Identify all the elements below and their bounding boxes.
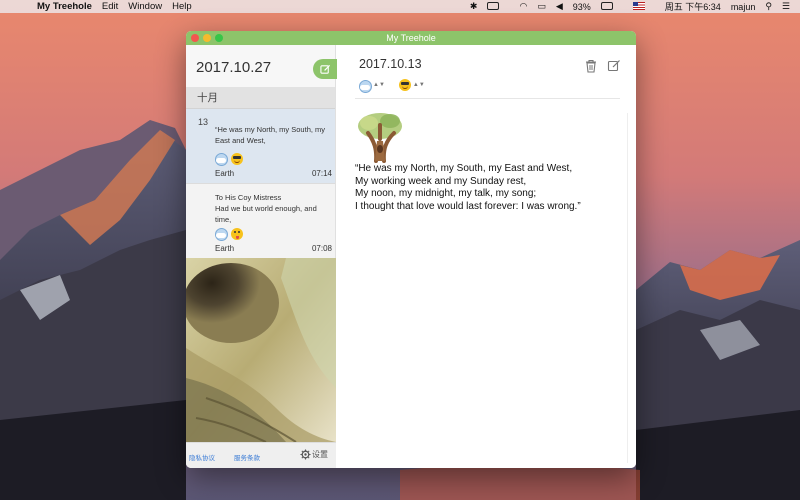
- menu-clock[interactable]: 周五 下午6:34: [665, 0, 721, 13]
- input-flag-icon[interactable]: [632, 1, 655, 12]
- minimize-window-button[interactable]: [203, 34, 211, 42]
- gear-icon: [300, 449, 311, 460]
- entry-body-line: My working week and my Sunday rest,: [355, 175, 527, 187]
- airplay-icon[interactable]: ▭: [537, 1, 546, 12]
- entry-time: 07:14: [311, 169, 332, 178]
- entry-body-line: I thought that love would last forever: …: [355, 200, 581, 212]
- entry-place: Earth: [215, 244, 235, 253]
- settings-button[interactable]: 设置: [300, 449, 328, 460]
- window-controls: [191, 34, 223, 42]
- entry-detail-panel: 2017.10.13 ▲▼ ▲▼ “He was my North, my So…: [337, 45, 636, 468]
- entry-title-line: To His Coy Mistress: [215, 193, 282, 202]
- entry-body-line: My noon, my midnight, my talk, my song;: [355, 188, 537, 199]
- menu-window[interactable]: Window: [128, 1, 162, 12]
- entry-body-line: Had we but world enough, and time,: [215, 204, 317, 224]
- tree-illustration-image: [358, 113, 402, 163]
- battery-percent[interactable]: 93%: [573, 2, 591, 12]
- zoom-window-button[interactable]: [215, 34, 223, 42]
- cloudy-weather-icon: [215, 153, 228, 166]
- bluetooth-icon[interactable]: ✱: [470, 1, 478, 12]
- month-section-header: 十月: [186, 87, 335, 109]
- volume-icon[interactable]: ◀: [556, 1, 563, 12]
- sidebar-current-date: 2017.10.27: [196, 59, 272, 76]
- sidebar-header: 2017.10.27: [186, 45, 337, 87]
- sidebar-artwork-image: [186, 258, 336, 442]
- entry-place: Earth: [215, 169, 235, 178]
- entry-icons: [215, 153, 243, 166]
- weather-chevron-icon[interactable]: ▲▼: [373, 82, 385, 88]
- entry-time: 07:08: [311, 244, 332, 253]
- battery-icon[interactable]: [600, 1, 623, 12]
- entry-list-item[interactable]: 13 “He was my North, my South, my East a…: [186, 109, 335, 184]
- mood-chevron-icon[interactable]: ▲▼: [413, 82, 425, 88]
- tongue-out-emoji-icon: [231, 228, 243, 240]
- settings-label: 设置: [312, 450, 328, 459]
- entry-body-line: “He was my North, my South, my East and …: [355, 163, 573, 174]
- cloudy-weather-icon[interactable]: [359, 79, 372, 93]
- privacy-policy-link[interactable]: 隐私协议: [189, 452, 215, 462]
- status-area: ✱ ◠ ▭ ◀ 93% 周五 下午6:34 majun ⚲ ☰: [470, 0, 800, 13]
- entry-body-text[interactable]: “He was my North, my South, my East and …: [355, 163, 625, 213]
- window-title: My Treehole: [386, 33, 436, 43]
- edit-icon[interactable]: [607, 59, 621, 73]
- close-window-button[interactable]: [191, 34, 199, 42]
- entry-preview-text: To His Coy Mistress Had we but world eno…: [215, 192, 335, 225]
- app-window: My Treehole 2017.10.27 十月 13 “He was my …: [186, 31, 636, 468]
- menu-help[interactable]: Help: [172, 1, 192, 12]
- new-entry-button[interactable]: [313, 59, 337, 79]
- entry-preview-text: “He was my North, my South, my East and …: [215, 125, 326, 145]
- sunglasses-emoji-icon[interactable]: [398, 79, 411, 91]
- menu-edit[interactable]: Edit: [102, 1, 118, 12]
- title-bar[interactable]: My Treehole: [186, 31, 636, 45]
- menu-app-name[interactable]: My Treehole: [37, 1, 92, 12]
- entry-meta-selectors: ▲▼ ▲▼: [359, 79, 437, 93]
- scroll-track[interactable]: [627, 113, 628, 463]
- header-divider: [355, 98, 620, 99]
- cloudy-weather-icon: [215, 228, 228, 241]
- sunglasses-emoji-icon: [231, 153, 243, 165]
- entry-icons: [215, 228, 243, 241]
- entry-date: 2017.10.13: [359, 57, 422, 71]
- sidebar-footer: 隐私协议 服务条款 设置: [186, 442, 336, 468]
- display-icon[interactable]: [487, 1, 509, 12]
- entry-day: 13: [198, 117, 209, 127]
- trash-icon[interactable]: [584, 59, 598, 73]
- entry-list-item[interactable]: To His Coy Mistress Had we but world eno…: [186, 184, 335, 259]
- spotlight-search-icon[interactable]: ⚲: [765, 1, 772, 12]
- menu-bar: My Treehole Edit Window Help ✱ ◠ ▭ ◀ 93%…: [0, 0, 800, 13]
- sidebar: 2017.10.27 十月 13 “He was my North, my So…: [186, 45, 337, 468]
- terms-of-service-link[interactable]: 服务条款: [234, 452, 260, 462]
- notification-center-icon[interactable]: ☰: [782, 1, 790, 12]
- wifi-icon[interactable]: ◠: [519, 1, 527, 12]
- compose-icon: [319, 64, 330, 74]
- menu-user[interactable]: majun: [731, 2, 756, 12]
